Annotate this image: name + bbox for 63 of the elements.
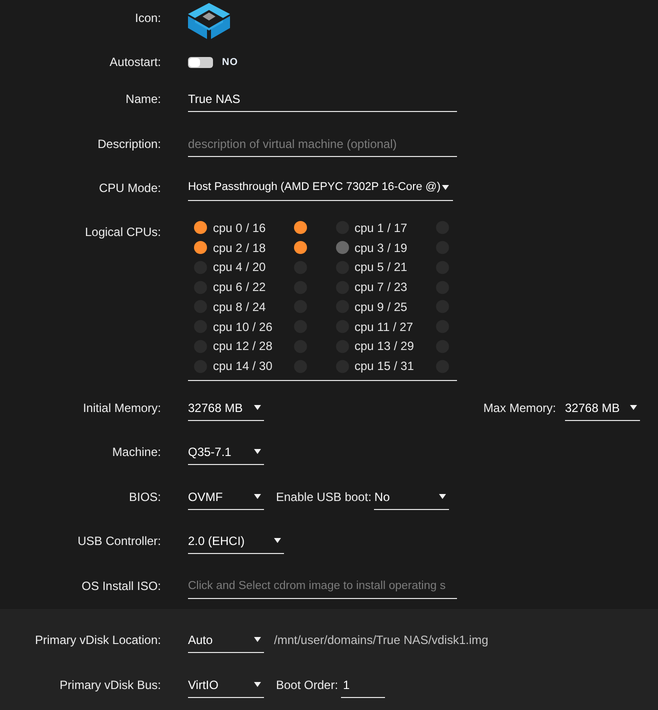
cpu-label: cpu 5 / 21 <box>354 260 408 274</box>
field-label: Primary vDisk Location: <box>34 632 161 648</box>
cpu-checkbox[interactable] <box>336 241 348 254</box>
cpu-label: cpu 8 / 24 <box>213 300 266 314</box>
cpu-checkbox[interactable] <box>194 241 207 254</box>
bios-select[interactable]: OVMF <box>188 484 264 510</box>
caret-icon <box>254 637 261 642</box>
machine-select[interactable]: Q35-7.1 <box>188 439 264 465</box>
field-label: Machine: <box>112 444 161 460</box>
caret-icon <box>274 538 281 543</box>
caret-icon <box>254 449 261 454</box>
field-label: Enable USB boot: <box>276 489 372 506</box>
cpu-label: cpu 0 / 16 <box>213 220 266 235</box>
cpu-label: cpu 12 / 28 <box>213 339 272 354</box>
field-label: CPU Mode: <box>98 180 161 196</box>
vdisk-path-text: /mnt/user/domains/True NAS/vdisk1.img <box>274 632 488 649</box>
cpu-label: cpu 10 / 26 <box>213 320 272 334</box>
caret-icon <box>442 185 449 190</box>
cpu-label: cpu 7 / 23 <box>354 280 408 294</box>
field-label: OS Install ISO: <box>82 578 161 594</box>
cpu-label: cpu 6 / 22 <box>213 280 266 294</box>
memory-select[interactable]: 32768 MB <box>188 395 264 421</box>
caret-icon <box>254 682 261 687</box>
field-label: Boot Order: <box>276 677 338 694</box>
field-label: USB Controller: <box>78 533 161 549</box>
field-label: Name: <box>126 91 161 107</box>
cpu-label: cpu 2 / 18 <box>213 240 266 255</box>
memory-select[interactable]: 32768 MB <box>565 395 640 421</box>
vdisk-bus-select[interactable]: VirtIO <box>188 672 264 698</box>
caret-icon <box>254 494 261 499</box>
description-input[interactable]: description of virtual machine (optional) <box>188 131 457 157</box>
vdisk-location-select[interactable]: Auto <box>188 627 264 653</box>
cube-icon <box>188 3 230 39</box>
name-input[interactable]: True NAS <box>188 86 457 112</box>
cpu-checkbox[interactable] <box>294 241 307 254</box>
usb-boot-select[interactable]: No <box>374 484 450 510</box>
field-label: Max Memory: <box>483 400 556 417</box>
caret-icon <box>254 405 261 410</box>
field-label: Primary vDisk Bus: <box>60 677 161 693</box>
field-label: Autostart: <box>110 54 161 70</box>
cpu-label: cpu 3 / 19 <box>354 240 408 255</box>
cpu-label: cpu 15 / 31 <box>354 359 414 374</box>
cpu-label: cpu 9 / 25 <box>354 300 408 314</box>
cpu-label: cpu 1 / 17 <box>354 220 408 235</box>
caret-icon <box>630 405 637 410</box>
iso-path-input[interactable]: Click and Select cdrom image to install operating s <box>188 573 457 599</box>
cpu-label: cpu 11 / 27 <box>354 320 413 334</box>
cpu-mode-select[interactable]: Host Passthrough (AMD EPYC 7302P 16-Core @) <box>188 175 453 201</box>
field-label: BIOS: <box>128 489 161 505</box>
autostart-toggle[interactable] <box>188 56 213 68</box>
caret-icon <box>439 494 446 499</box>
field-label: Initial Memory: <box>82 400 161 416</box>
cpu-checkbox[interactable] <box>194 221 207 234</box>
usb-controller-select[interactable]: 2.0 (EHCI) <box>188 528 284 554</box>
field-label: Icon: <box>134 10 161 26</box>
toggle-status-text: NO <box>222 56 238 70</box>
field-label: Logical CPUs: <box>84 224 161 240</box>
cpu-label: cpu 14 / 30 <box>213 359 272 374</box>
cpu-label: cpu 13 / 29 <box>354 339 414 354</box>
cpu-checkbox[interactable] <box>294 221 307 234</box>
boot-order-input[interactable]: 1 <box>341 672 386 698</box>
cpu-label: cpu 4 / 20 <box>213 260 266 274</box>
field-label: Description: <box>98 136 161 152</box>
